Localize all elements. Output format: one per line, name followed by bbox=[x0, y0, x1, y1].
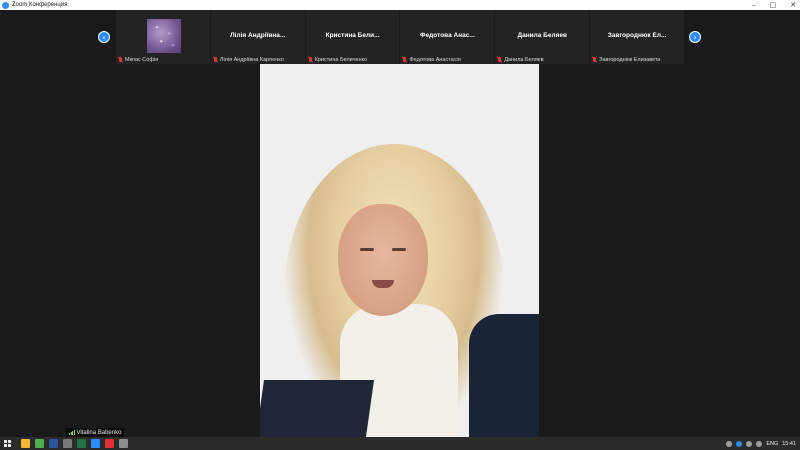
files-icon[interactable] bbox=[119, 439, 128, 448]
participant-tile[interactable]: Лілія Андріївна... Лілія Андріївна Карпе… bbox=[210, 10, 305, 64]
minimize-button[interactable]: – bbox=[752, 1, 756, 9]
active-speaker-name: Vitalina Babenko bbox=[76, 429, 122, 436]
participant-label: Данила Беляев bbox=[497, 56, 544, 63]
keyboard-language[interactable]: ENG bbox=[766, 441, 778, 447]
mic-muted-icon bbox=[402, 56, 407, 63]
word-icon[interactable] bbox=[49, 439, 58, 448]
participant-tile[interactable]: Кристина Бели... Кристина Беличенко bbox=[305, 10, 400, 64]
participant-label: Завгороднюк Елизавета bbox=[592, 56, 660, 63]
clock[interactable]: 15:41 bbox=[782, 441, 796, 447]
active-speaker-video[interactable] bbox=[260, 64, 539, 437]
participant-tile[interactable]: ✦ ✧ ✦ ✧ Мкпас Софія bbox=[116, 10, 210, 64]
participant-name: Кристина Бели... bbox=[325, 32, 380, 39]
participant-strip: ✦ ✧ ✦ ✧ Мкпас Софія Лілія Андріївна... Л… bbox=[116, 10, 684, 64]
tray-zoom-icon[interactable] bbox=[736, 440, 743, 447]
mic-muted-icon bbox=[213, 56, 218, 63]
speaker-face bbox=[338, 204, 428, 316]
participant-name: Лілія Андріївна... bbox=[230, 32, 286, 39]
mic-muted-icon bbox=[308, 56, 313, 63]
settings-icon[interactable] bbox=[63, 439, 72, 448]
windows-taskbar: ENG 15:41 bbox=[0, 437, 800, 450]
speaker-coat-left bbox=[260, 380, 375, 437]
participant-avatar: ✦ ✧ ✦ ✧ bbox=[147, 19, 181, 53]
next-page-button[interactable]: › bbox=[689, 31, 701, 43]
zoom-app-icon bbox=[2, 1, 9, 9]
speaker-coat-right bbox=[469, 314, 539, 437]
mic-muted-icon bbox=[118, 56, 123, 63]
mic-muted-icon bbox=[592, 56, 597, 63]
zoom-icon[interactable] bbox=[91, 439, 100, 448]
speaker-eye-right bbox=[392, 248, 406, 251]
participant-name: Завгороднюк Ел... bbox=[607, 32, 667, 39]
participant-tile[interactable]: Завгороднюк Ел... Завгороднюк Елизавета bbox=[590, 10, 684, 64]
chrome-icon[interactable] bbox=[35, 439, 44, 448]
mic-muted-icon bbox=[497, 56, 502, 63]
explorer-icon[interactable] bbox=[21, 439, 30, 448]
speaker-mouth bbox=[372, 280, 394, 288]
participant-label: Федотова Анастасія bbox=[402, 56, 461, 63]
taskbar-apps bbox=[21, 439, 128, 448]
window-controls: – □ ✕ bbox=[752, 0, 796, 10]
window-titlebar: Zoom Конференция – □ ✕ bbox=[0, 0, 800, 10]
active-speaker-label: Vitalina Babenko bbox=[66, 428, 125, 437]
system-tray: ENG 15:41 bbox=[726, 437, 800, 450]
speaker-eye-left bbox=[360, 248, 374, 251]
excel-icon[interactable] bbox=[77, 439, 86, 448]
participant-tile[interactable]: Данила Беляев Данила Беляев bbox=[495, 10, 590, 64]
windows-start-icon[interactable] bbox=[4, 440, 11, 447]
opera-icon[interactable] bbox=[105, 439, 114, 448]
close-button[interactable]: ✕ bbox=[790, 1, 796, 9]
participant-tile[interactable]: Федотова Анас... Федотова Анастасія bbox=[400, 10, 495, 64]
prev-page-button[interactable]: ‹ bbox=[98, 31, 110, 43]
tray-volume-icon[interactable] bbox=[756, 440, 763, 447]
participant-label: Лілія Андріївна Карпенко bbox=[213, 56, 284, 63]
participant-label: Мкпас Софія bbox=[118, 56, 158, 63]
maximize-button[interactable]: □ bbox=[770, 1, 777, 9]
participant-label: Кристина Беличенко bbox=[308, 56, 367, 63]
tray-network-icon[interactable] bbox=[746, 440, 753, 447]
audio-level-icon bbox=[69, 430, 75, 435]
participant-name: Федотова Анас... bbox=[420, 32, 475, 39]
window-title: Zoom Конференция bbox=[12, 2, 68, 8]
participant-name: Данила Беляев bbox=[517, 32, 567, 39]
tray-app-icon[interactable] bbox=[726, 440, 733, 447]
